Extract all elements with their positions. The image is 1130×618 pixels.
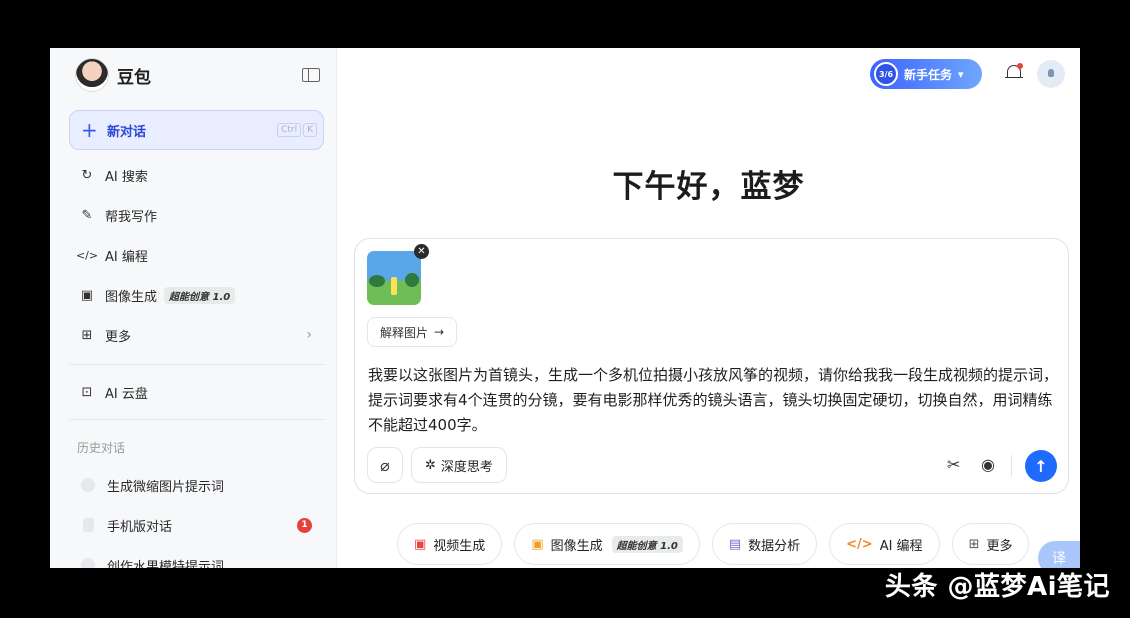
sidebar-item-label: 更多 xyxy=(105,329,132,345)
translate-button[interactable]: 译 xyxy=(1038,541,1080,568)
cloud-drive-icon: ⊡ xyxy=(81,384,93,400)
task-progress: 3/6 xyxy=(874,62,898,86)
shortcut-key: Ctrl xyxy=(277,123,302,137)
history-item[interactable]: 创作水果模特提示词 xyxy=(69,545,324,568)
history-item-label: 生成微缩图片提示词 xyxy=(107,479,225,495)
shortcut-key: K xyxy=(303,123,317,137)
search-icon: ↻ xyxy=(81,167,93,183)
image-icon: ▣ xyxy=(80,287,94,303)
new-chat-button[interactable]: + 新对话 Ctrl K xyxy=(69,110,324,150)
explain-image-button[interactable]: 解释图片 → xyxy=(367,317,458,347)
sidebar-item-label: 图像生成 xyxy=(105,289,158,305)
sidebar-item-coding[interactable]: </> AI 编程 xyxy=(69,235,324,275)
atom-icon: ✲ xyxy=(425,457,436,473)
divider xyxy=(69,364,324,365)
chevron-right-icon: › xyxy=(306,327,312,343)
sidebar-item-image-gen[interactable]: ▣ 图像生成 超能创意 1.0 xyxy=(69,275,324,315)
new-chat-label: 新对话 xyxy=(107,124,147,140)
app-window: 豆包 + 新对话 Ctrl K ↻ AI 搜索 ✎ 帮我写作 </> AI 编程 xyxy=(50,48,1080,568)
video-icon: ▣ xyxy=(414,536,427,552)
prompt-input[interactable]: 我要以这张图片为首镜头，生成一个多机位拍摄小孩放风筝的视频，请你给我我一段生成视… xyxy=(368,363,1060,438)
chart-icon: ▤ xyxy=(728,536,742,552)
image-icon: ▣ xyxy=(531,536,544,552)
quick-label: 数据分析 xyxy=(748,538,801,554)
microphone-icon[interactable]: ◉ xyxy=(981,455,995,474)
quick-label: AI 编程 xyxy=(879,538,923,554)
send-button[interactable]: ↑ xyxy=(1025,450,1057,482)
greeting-title: 下午好，蓝梦 xyxy=(612,169,805,205)
divider xyxy=(1011,455,1012,477)
unread-badge: 1 xyxy=(297,517,312,533)
sidebar-item-ai-search[interactable]: ↻ AI 搜索 xyxy=(69,155,324,195)
task-label: 新手任务 xyxy=(904,67,953,82)
divider xyxy=(69,419,324,420)
uploaded-image-thumbnail[interactable] xyxy=(367,251,421,305)
creative-badge: 超能创意 1.0 xyxy=(164,286,236,304)
bell-icon[interactable] xyxy=(1005,63,1023,83)
quick-label: 更多 xyxy=(986,538,1013,554)
quick-coding[interactable]: </> AI 编程 xyxy=(829,523,940,565)
chevron-down-icon: ▾ xyxy=(958,67,964,81)
apps-icon: ⊞ xyxy=(81,327,93,343)
sidebar-item-label: 帮我写作 xyxy=(105,209,158,225)
newbie-task-button[interactable]: 3/6 新手任务 ▾ xyxy=(870,59,982,89)
history-item-label: 手机版对话 xyxy=(107,519,173,535)
quick-video-gen[interactable]: ▣ 视频生成 xyxy=(397,523,503,565)
history-list: 生成微缩图片提示词 手机版对话 1 创作水果模特提示词 xyxy=(69,465,324,568)
sidebar-toggle-icon[interactable] xyxy=(302,68,320,82)
quick-label: 视频生成 xyxy=(433,538,486,554)
chat-icon xyxy=(81,558,95,568)
sidebar-item-label: AI 搜索 xyxy=(105,169,148,185)
quick-data-analysis[interactable]: ▤ 数据分析 xyxy=(711,523,818,565)
history-item[interactable]: 手机版对话 1 xyxy=(69,505,324,545)
arrow-right-icon: → xyxy=(434,325,445,339)
shortcut-hint: Ctrl K xyxy=(277,123,317,137)
sidebar-item-label: AI 编程 xyxy=(105,249,148,265)
apps-icon: ⊞ xyxy=(968,536,980,552)
quick-actions: ▣ 视频生成 ▣ 图像生成 超能创意 1.0 ▤ 数据分析 </> AI 编程 … xyxy=(397,523,1030,565)
attach-icon[interactable]: ⌀ xyxy=(367,447,403,483)
phone-icon xyxy=(83,518,94,532)
sidebar-nav: ↻ AI 搜索 ✎ 帮我写作 </> AI 编程 ▣ 图像生成 超能创意 1.0… xyxy=(69,155,324,355)
sidebar-item-cloud-drive[interactable]: ⊡ AI 云盘 xyxy=(69,372,324,412)
doubao-logo xyxy=(75,58,109,92)
quick-image-gen[interactable]: ▣ 图像生成 超能创意 1.0 xyxy=(514,523,700,565)
explain-image-label: 解释图片 xyxy=(380,325,429,340)
history-title: 历史对话 xyxy=(77,441,126,455)
creative-badge: 超能创意 1.0 xyxy=(611,535,683,553)
avatar[interactable] xyxy=(1037,60,1065,88)
pen-icon: ✎ xyxy=(81,207,93,223)
scissors-icon[interactable]: ✂ xyxy=(947,455,960,474)
main-area: 3/6 新手任务 ▾ 下午好，蓝梦 ✕ 解释图片 → 我要以这张图片为首镜头，生… xyxy=(337,48,1080,568)
sidebar-item-label: AI 云盘 xyxy=(105,386,148,402)
plus-icon: + xyxy=(81,118,98,142)
deep-think-button[interactable]: ✲ 深度思考 xyxy=(411,447,507,483)
quick-label: 图像生成 xyxy=(550,538,603,554)
code-icon: </> xyxy=(846,536,873,552)
watermark: 头条 @蓝梦Ai笔记 xyxy=(884,572,1110,602)
sidebar-item-writing[interactable]: ✎ 帮我写作 xyxy=(69,195,324,235)
quick-more[interactable]: ⊞ 更多 xyxy=(951,523,1030,565)
deep-think-label: 深度思考 xyxy=(440,459,493,475)
composer: ✕ 解释图片 → 我要以这张图片为首镜头，生成一个多机位拍摄小孩放风筝的视频，请… xyxy=(354,238,1069,494)
sidebar: 豆包 + 新对话 Ctrl K ↻ AI 搜索 ✎ 帮我写作 </> AI 编程 xyxy=(50,48,337,568)
close-icon[interactable]: ✕ xyxy=(414,244,429,259)
brand[interactable]: 豆包 xyxy=(75,58,151,92)
brand-name: 豆包 xyxy=(117,67,151,88)
code-icon: </> xyxy=(75,248,99,262)
sidebar-cloud: ⊡ AI 云盘 xyxy=(69,372,324,412)
history-item-label: 创作水果模特提示词 xyxy=(107,559,225,569)
history-item[interactable]: 生成微缩图片提示词 xyxy=(69,465,324,505)
chat-icon xyxy=(81,478,95,492)
sidebar-item-more[interactable]: ⊞ 更多 › xyxy=(69,315,324,355)
